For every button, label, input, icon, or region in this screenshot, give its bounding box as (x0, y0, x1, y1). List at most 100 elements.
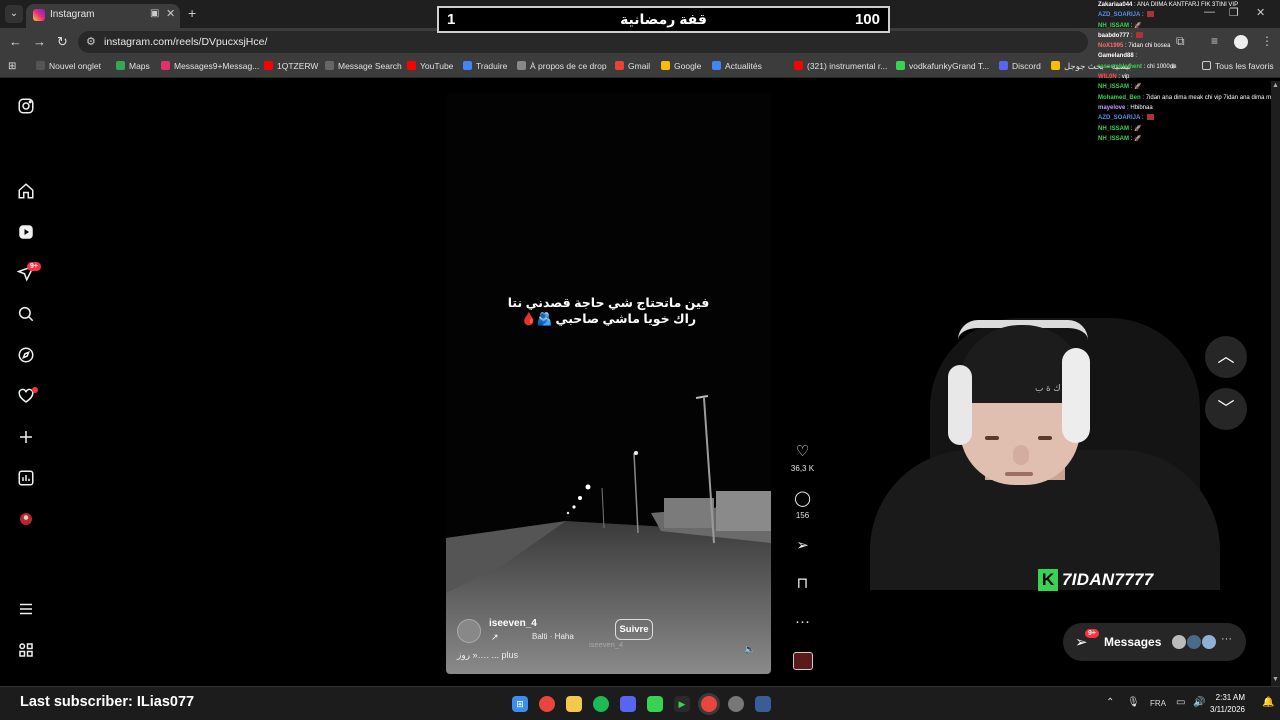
bookmark-a-propos[interactable]: À propos de ce drop (517, 61, 607, 71)
volume-tray-icon[interactable]: 🔊 (1193, 697, 1205, 708)
system-clock[interactable]: 2:31 AM 3/11/2026 (1210, 692, 1245, 716)
chat-message: mayelove : Hbibnaa (1098, 103, 1280, 113)
profile-avatar-icon[interactable] (17, 510, 35, 528)
bookmark-instrumental[interactable]: (321) instrumental r... (794, 61, 887, 71)
forward-icon[interactable]: → (33, 34, 46, 49)
bookmark-traduire[interactable]: Traduire (463, 61, 507, 71)
comment-icon[interactable]: ◯ (790, 490, 815, 508)
chat-message: NoX1995 : 7idan chi bosea (1098, 41, 1280, 51)
chrome-icon[interactable] (539, 696, 555, 712)
home-icon[interactable] (17, 182, 35, 200)
messages-label: Messages (1104, 635, 1162, 649)
share-icon[interactable]: ➢ (790, 537, 815, 555)
chat-username: NoX1995 (1098, 43, 1124, 50)
chat-username: baabdo777 (1098, 32, 1130, 39)
like-action[interactable]: ♡ 36,3 K (790, 443, 815, 473)
conversation-avatar (1171, 634, 1187, 650)
scroll-up-icon[interactable]: ▲ (1272, 82, 1279, 89)
messages-button[interactable]: ➢ 9+ Messages ··· (1063, 623, 1246, 661)
bookmark-messages[interactable]: Messages9+Messag... (161, 61, 259, 71)
network-icon[interactable]: ▭ (1176, 697, 1185, 708)
game-launcher-icon[interactable]: ▶ (674, 696, 690, 712)
notifications-center-icon[interactable]: 🔔 (1262, 697, 1274, 708)
bookmark-youtube[interactable]: YouTube (407, 61, 453, 71)
also-from-meta-icon[interactable] (17, 641, 35, 659)
reload-icon[interactable]: ↻ (57, 34, 68, 50)
conversation-avatar (1201, 634, 1217, 650)
site-info-icon[interactable]: ⚙ (86, 35, 96, 48)
reel-audio-track[interactable]: Balti · Haha (532, 632, 574, 641)
discord-icon[interactable] (620, 696, 636, 712)
scroll-down-icon[interactable]: ▼ (1272, 676, 1279, 683)
create-plus-icon[interactable] (17, 428, 35, 446)
chat-message: AZD_SOARIJA : (1098, 10, 1280, 20)
chat-separator: : (1140, 115, 1146, 122)
chrome-active-icon[interactable] (701, 696, 717, 712)
browser-tab-instagram[interactable]: Instagram ▣ ✕ (26, 4, 180, 28)
app-icon[interactable] (755, 696, 771, 712)
reel-description[interactable]: روز »…. ... plus (457, 650, 518, 661)
notification-dot (32, 387, 38, 393)
chat-message: Mohamed_Ben : 7idan ana dima meak chi vi… (1098, 93, 1280, 103)
new-tab-button[interactable]: + (188, 5, 196, 21)
more-options-action[interactable]: ··· (790, 613, 815, 631)
bookmark-nouvel-onglet[interactable]: Nouvel onglet (36, 61, 101, 71)
volume-icon[interactable]: 🔈 (744, 644, 755, 655)
settings-icon[interactable] (728, 696, 744, 712)
bookmark-google[interactable]: Google (661, 61, 701, 71)
back-icon[interactable]: ← (9, 34, 22, 49)
search-icon[interactable] (17, 305, 35, 323)
instagram-logo-icon[interactable] (17, 97, 35, 115)
bookmark-icon[interactable]: ⊓ (790, 575, 815, 593)
bookmark-gmail[interactable]: Gmail (615, 61, 650, 71)
dashboard-icon[interactable] (17, 469, 35, 487)
language-indicator[interactable]: FRA (1150, 699, 1166, 708)
media-control-icon[interactable]: ▣ (150, 8, 159, 19)
explore-icon[interactable] (17, 346, 35, 364)
messages-count-badge: 9+ (1085, 629, 1099, 638)
follow-button[interactable]: Suivre (615, 619, 653, 640)
file-explorer-icon[interactable] (566, 696, 582, 712)
chat-message: WIL0N : vip (1098, 72, 1280, 82)
address-bar[interactable]: ⚙ instagram.com/reels/DVpucxsjHce/ (78, 31, 1088, 53)
chat-message: rassemblement : chi 1000dh (1098, 62, 1280, 72)
reel-author-username[interactable]: iseeven_4 (489, 618, 537, 629)
share-action[interactable]: ➢ (790, 537, 815, 555)
bookmark-1qtzerw[interactable]: 1QTZERW (264, 61, 318, 71)
caption-line-1: فين ماتحتاج شي حاجة قصدني نتا (507, 296, 710, 310)
close-tab-icon[interactable]: ✕ (166, 7, 175, 20)
microphone-icon[interactable]: 🎙 (1127, 697, 1140, 708)
chat-username: Zakariaa044 (1098, 2, 1133, 8)
spotify-icon[interactable] (593, 696, 609, 712)
reels-icon[interactable] (17, 223, 35, 241)
apps-grid-icon[interactable]: ⊞ (8, 61, 16, 72)
kick-app-icon[interactable] (647, 696, 663, 712)
reel-video[interactable]: فين ماتحتاج شي حاجة قصدني نتا راك خويا م… (446, 93, 771, 674)
messages-badge: 9+ (27, 262, 41, 271)
page-scrollbar[interactable] (1271, 81, 1280, 686)
bookmark-actualites[interactable]: Actualités (712, 61, 762, 71)
bookmark-discord[interactable]: Discord (999, 61, 1041, 71)
more-menu-icon[interactable] (17, 600, 35, 618)
chat-username: WIL0N (1098, 74, 1117, 81)
comment-count: 156 (795, 511, 810, 520)
chat-text: 🚀 (1134, 125, 1142, 132)
chat-username: AZD_SOARIJA (1098, 12, 1141, 19)
bookmark-maps[interactable]: Maps (116, 61, 150, 71)
chat-message: NH_ISSAM : 🚀 (1098, 21, 1280, 31)
audio-arrow-icon[interactable]: ↗ (491, 632, 499, 643)
more-dots-icon[interactable]: ··· (790, 613, 815, 631)
save-action[interactable]: ⊓ (790, 575, 815, 593)
windows-start-icon[interactable]: ⊞ (512, 696, 528, 712)
comment-action[interactable]: ◯ 156 (790, 490, 815, 520)
original-audio-thumbnail[interactable] (793, 652, 813, 670)
heart-icon[interactable]: ♡ (790, 443, 815, 461)
chat-text: 🚀 (1134, 22, 1142, 29)
url-text: instagram.com/reels/DVpucxsjHce/ (104, 36, 268, 48)
bookmark-message-search[interactable]: Message Search (325, 61, 402, 71)
tray-overflow-icon[interactable]: ⌃ (1106, 697, 1114, 708)
reel-author-avatar[interactable] (457, 619, 481, 643)
headphone-left (948, 365, 972, 445)
bookmark-vodkafunky[interactable]: vodkafunkyGrand T... (896, 61, 989, 71)
tab-search-button[interactable]: ⌄ (5, 5, 23, 23)
